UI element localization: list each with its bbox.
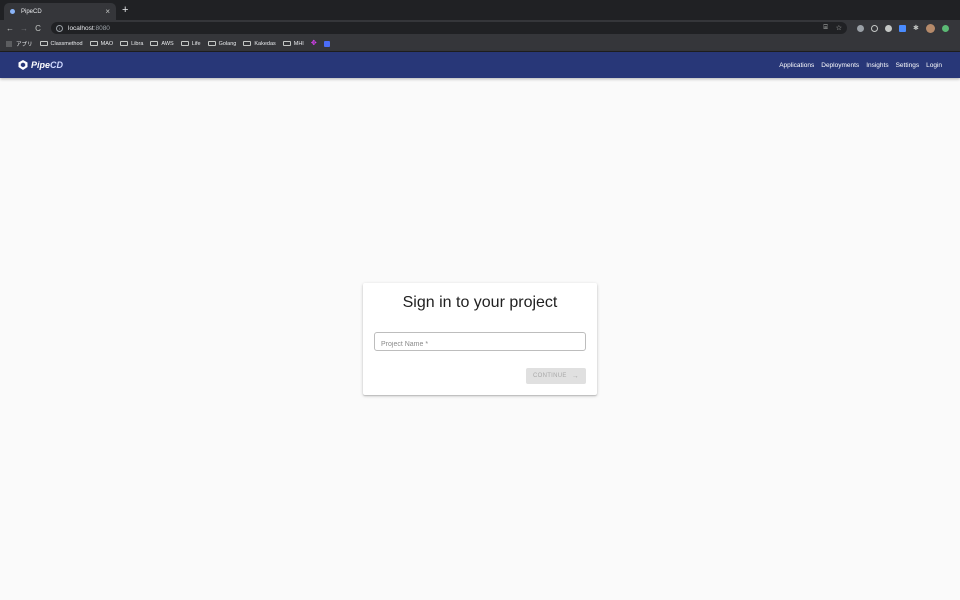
pipecd-logo[interactable]: PipeCD bbox=[17, 59, 63, 71]
nav-insights[interactable]: Insights bbox=[866, 62, 888, 69]
project-name-input[interactable] bbox=[375, 336, 585, 353]
new-tab-button[interactable]: + bbox=[122, 4, 128, 16]
bookmarks-bar: アプリ Classmethod MAO Libra AWS Life Golan… bbox=[0, 36, 960, 52]
bookmark-folder[interactable]: Libra bbox=[120, 41, 143, 47]
bookmark-label: Life bbox=[191, 40, 201, 47]
extension-icon[interactable] bbox=[857, 24, 864, 32]
extension-icon[interactable] bbox=[899, 24, 906, 32]
forward-button[interactable]: → bbox=[17, 24, 31, 33]
bookmark-label: MAO bbox=[100, 40, 114, 47]
bookmark-folder[interactable]: Classmethod bbox=[39, 40, 83, 47]
extension-icon[interactable] bbox=[871, 24, 878, 32]
bookmark-label: Golang bbox=[218, 40, 237, 47]
pipecd-favicon-icon bbox=[10, 9, 15, 14]
nav-applications[interactable]: Applications bbox=[779, 62, 814, 69]
bookmark-label: MHI bbox=[293, 40, 304, 47]
continue-label: CONTINUE bbox=[532, 373, 567, 379]
pipecd-logo-icon bbox=[18, 60, 28, 70]
project-name-field bbox=[374, 332, 586, 353]
bookmark-folder[interactable]: MAO bbox=[89, 40, 114, 47]
bookmark-folder[interactable]: Life bbox=[180, 40, 201, 47]
extension-icon[interactable] bbox=[885, 24, 892, 32]
bookmark-label: Libra bbox=[131, 40, 144, 47]
bookmark-folder[interactable]: Kakedas bbox=[243, 40, 276, 47]
browser-tabbar: PipeCD × + bbox=[0, 0, 960, 20]
signin-title: Sign in to your project bbox=[402, 294, 558, 311]
tab-title: PipeCD bbox=[21, 8, 42, 15]
site-info-icon[interactable]: i bbox=[56, 24, 63, 32]
puzzle-extensions-icon[interactable]: ✱ bbox=[913, 24, 919, 32]
bookmark-diamond-icon[interactable]: ✥ bbox=[311, 40, 317, 47]
signin-card: Sign in to your project CONTINUE → bbox=[363, 283, 597, 395]
profile-avatar[interactable] bbox=[925, 23, 935, 33]
apps-grid-icon bbox=[6, 40, 12, 47]
continue-button[interactable]: CONTINUE → bbox=[526, 368, 586, 384]
bookmark-label: AWS bbox=[161, 40, 174, 47]
address-bar[interactable]: i localhost :8080 ⌸ ☆ bbox=[51, 22, 847, 34]
main-nav: Applications Deployments Insights Settin… bbox=[779, 62, 942, 69]
bookmark-star-icon[interactable]: ☆ bbox=[836, 24, 842, 32]
translate-icon[interactable]: ⌸ bbox=[824, 24, 828, 32]
browser-tab[interactable]: PipeCD × bbox=[4, 3, 116, 20]
tab-close-icon[interactable]: × bbox=[105, 7, 110, 16]
bookmark-apps[interactable]: アプリ bbox=[6, 40, 33, 48]
back-button[interactable]: ← bbox=[3, 24, 17, 33]
bookmark-label: Classmethod bbox=[50, 40, 83, 47]
extensions-area: ✱ bbox=[857, 23, 949, 33]
bookmark-label: Kakedas bbox=[254, 40, 276, 47]
folder-icon bbox=[39, 41, 48, 46]
browser-toolbar: ← → C i localhost :8080 ⌸ ☆ ✱ bbox=[0, 20, 960, 36]
bookmark-folder[interactable]: MHI bbox=[282, 40, 304, 47]
url-host: localhost bbox=[68, 24, 94, 32]
bookmark-folder[interactable]: AWS bbox=[150, 40, 174, 47]
sync-status-icon[interactable] bbox=[941, 24, 949, 32]
folder-icon bbox=[180, 41, 189, 46]
url-port: :8080 bbox=[93, 24, 110, 32]
bookmark-label: アプリ bbox=[16, 41, 33, 48]
folder-icon bbox=[150, 41, 159, 46]
reload-button[interactable]: C bbox=[31, 24, 45, 33]
folder-icon bbox=[282, 41, 291, 46]
bookmark-folder[interactable]: Golang bbox=[207, 40, 237, 47]
logo-text: PipeCD bbox=[31, 60, 64, 70]
folder-icon bbox=[120, 41, 129, 46]
bookmark-calendar-icon[interactable] bbox=[323, 40, 330, 47]
nav-settings[interactable]: Settings bbox=[896, 62, 920, 69]
folder-icon bbox=[89, 41, 98, 46]
app-header: PipeCD Applications Deployments Insights… bbox=[0, 52, 960, 78]
nav-login[interactable]: Login bbox=[926, 62, 942, 69]
folder-icon bbox=[243, 41, 252, 46]
nav-deployments[interactable]: Deployments bbox=[821, 62, 859, 69]
arrow-right-icon: → bbox=[571, 372, 580, 380]
folder-icon bbox=[207, 41, 216, 46]
